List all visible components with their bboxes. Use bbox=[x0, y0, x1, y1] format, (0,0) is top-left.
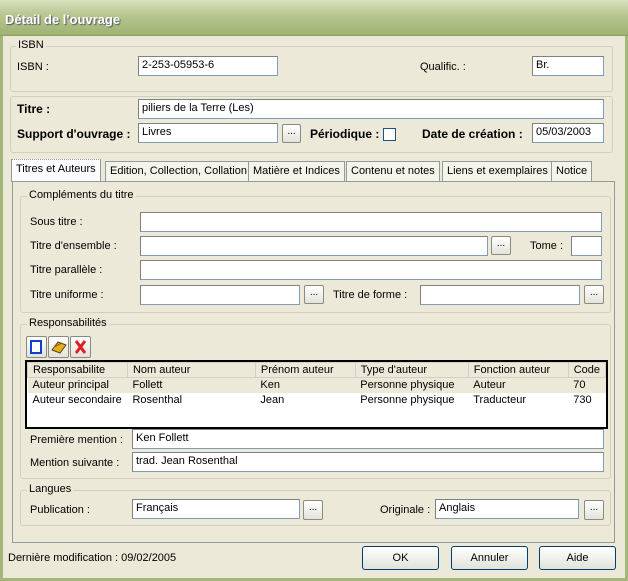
originale-input[interactable]: Anglais bbox=[435, 499, 579, 519]
qualific-label: Qualific. : bbox=[420, 61, 466, 73]
help-button[interactable]: Aide bbox=[539, 546, 616, 570]
column-header[interactable]: Prénom auteur bbox=[254, 362, 356, 378]
cell: Ken bbox=[260, 379, 280, 392]
tome-input[interactable] bbox=[571, 236, 602, 256]
cancel-button[interactable]: Annuler bbox=[451, 546, 528, 570]
titre-label: Titre : bbox=[17, 102, 51, 116]
sous-titre-label: Sous titre : bbox=[30, 216, 83, 228]
window-title: Détail de l'ouvrage bbox=[5, 12, 121, 27]
column-header[interactable]: Type d'auteur bbox=[354, 362, 469, 378]
isbn-legend: ISBN bbox=[16, 39, 46, 51]
table-header: Responsabilite Nom auteur Prénom auteur … bbox=[27, 362, 607, 378]
titre-ensemble-browse-button[interactable]: ... bbox=[491, 236, 511, 255]
table-row[interactable]: Auteur secondaire Rosenthal Jean Personne p… bbox=[28, 393, 606, 408]
titre-forme-browse-button[interactable]: ... bbox=[584, 285, 604, 304]
titre-parallele-label: Titre parallèle : bbox=[30, 264, 103, 276]
titre-forme-label: Titre de forme : bbox=[333, 289, 408, 301]
sous-titre-input[interactable] bbox=[140, 212, 602, 232]
tab-contenu[interactable]: Contenu et notes bbox=[346, 161, 440, 181]
periodique-label: Périodique : bbox=[310, 127, 380, 141]
date-creation-input[interactable]: 05/03/2003 bbox=[532, 123, 604, 143]
originale-label: Originale : bbox=[380, 504, 431, 516]
titre-uniforme-browse-button[interactable]: ... bbox=[304, 285, 324, 304]
publication-browse-button[interactable]: ... bbox=[303, 500, 323, 520]
mention-suivante-input[interactable]: trad. Jean Rosenthal bbox=[132, 452, 604, 472]
premiere-mention-label: Première mention : bbox=[30, 434, 123, 446]
support-browse-button[interactable]: ... bbox=[282, 124, 301, 143]
column-header[interactable]: Responsabilite bbox=[27, 362, 128, 378]
tab-titres-auteurs[interactable]: Titres et Auteurs bbox=[11, 159, 101, 182]
premiere-mention-input[interactable]: Ken Follett bbox=[132, 429, 604, 449]
column-header[interactable]: Fonction auteur bbox=[467, 362, 569, 378]
cell: Auteur secondaire bbox=[32, 394, 122, 406]
isbn-input[interactable]: 2-253-05953-6 bbox=[138, 56, 278, 76]
qualific-input[interactable]: Br. bbox=[532, 56, 604, 76]
titre-parallele-input[interactable] bbox=[140, 260, 602, 280]
titre-ensemble-input[interactable] bbox=[140, 236, 488, 256]
periodique-checkbox[interactable] bbox=[383, 128, 396, 141]
tab-notice[interactable]: Notice bbox=[551, 161, 593, 181]
responsabilites-table: Responsabilite Nom auteur Prénom auteur … bbox=[25, 360, 608, 429]
tome-label: Tome : bbox=[530, 240, 564, 252]
publication-label: Publication : bbox=[30, 504, 90, 516]
column-header[interactable]: Nom auteur bbox=[126, 362, 256, 378]
title-bar: Détail de l'ouvrage bbox=[0, 0, 628, 36]
edit-icon[interactable] bbox=[48, 336, 69, 358]
tab-edition[interactable]: Edition, Collection, Collation bbox=[105, 161, 252, 181]
langues-legend: Langues bbox=[27, 483, 74, 495]
support-label: Support d'ouvrage : bbox=[17, 127, 131, 141]
tab-liens[interactable]: Liens et exemplaires bbox=[442, 161, 553, 181]
responsabilites-legend: Responsabilités bbox=[27, 317, 109, 329]
tab-matiere[interactable]: Matière et Indices bbox=[248, 161, 345, 181]
cell: 730 bbox=[573, 394, 592, 406]
last-modified-text: Dernière modification : 09/02/2005 bbox=[8, 552, 177, 564]
table-row[interactable]: Auteur principal Follett Ken Personne physi… bbox=[27, 377, 606, 393]
titre-input[interactable]: piliers de la Terre (Les) bbox=[138, 99, 604, 119]
complements-legend: Compléments du titre bbox=[27, 189, 136, 201]
cell: Auteur principal bbox=[32, 379, 109, 392]
cell: Follett bbox=[132, 379, 163, 392]
titre-ensemble-label: Titre d'ensemble : bbox=[30, 240, 117, 252]
date-creation-label: Date de création : bbox=[422, 127, 523, 141]
column-header[interactable]: Code bbox=[567, 362, 607, 378]
cell: Rosenthal bbox=[132, 394, 183, 406]
new-icon[interactable] bbox=[26, 336, 47, 358]
titre-uniforme-label: Titre uniforme : bbox=[30, 289, 104, 301]
publication-input[interactable]: Français bbox=[132, 499, 300, 519]
isbn-group bbox=[10, 46, 613, 92]
isbn-label: ISBN : bbox=[17, 61, 49, 73]
cell: Traducteur bbox=[473, 394, 527, 406]
support-input[interactable]: Livres bbox=[138, 123, 278, 143]
mention-suivante-label: Mention suivante : bbox=[30, 457, 120, 469]
cell: Personne physique bbox=[360, 379, 455, 392]
originale-browse-button[interactable]: ... bbox=[584, 500, 604, 520]
cell: Jean bbox=[260, 394, 285, 406]
delete-icon[interactable] bbox=[70, 336, 91, 358]
cell: 70 bbox=[573, 379, 586, 392]
titre-forme-input[interactable] bbox=[420, 285, 580, 305]
cell: Personne physique bbox=[360, 394, 455, 406]
ok-button[interactable]: OK bbox=[362, 546, 439, 570]
cell: Auteur bbox=[473, 379, 506, 392]
titre-uniforme-input[interactable] bbox=[140, 285, 300, 305]
